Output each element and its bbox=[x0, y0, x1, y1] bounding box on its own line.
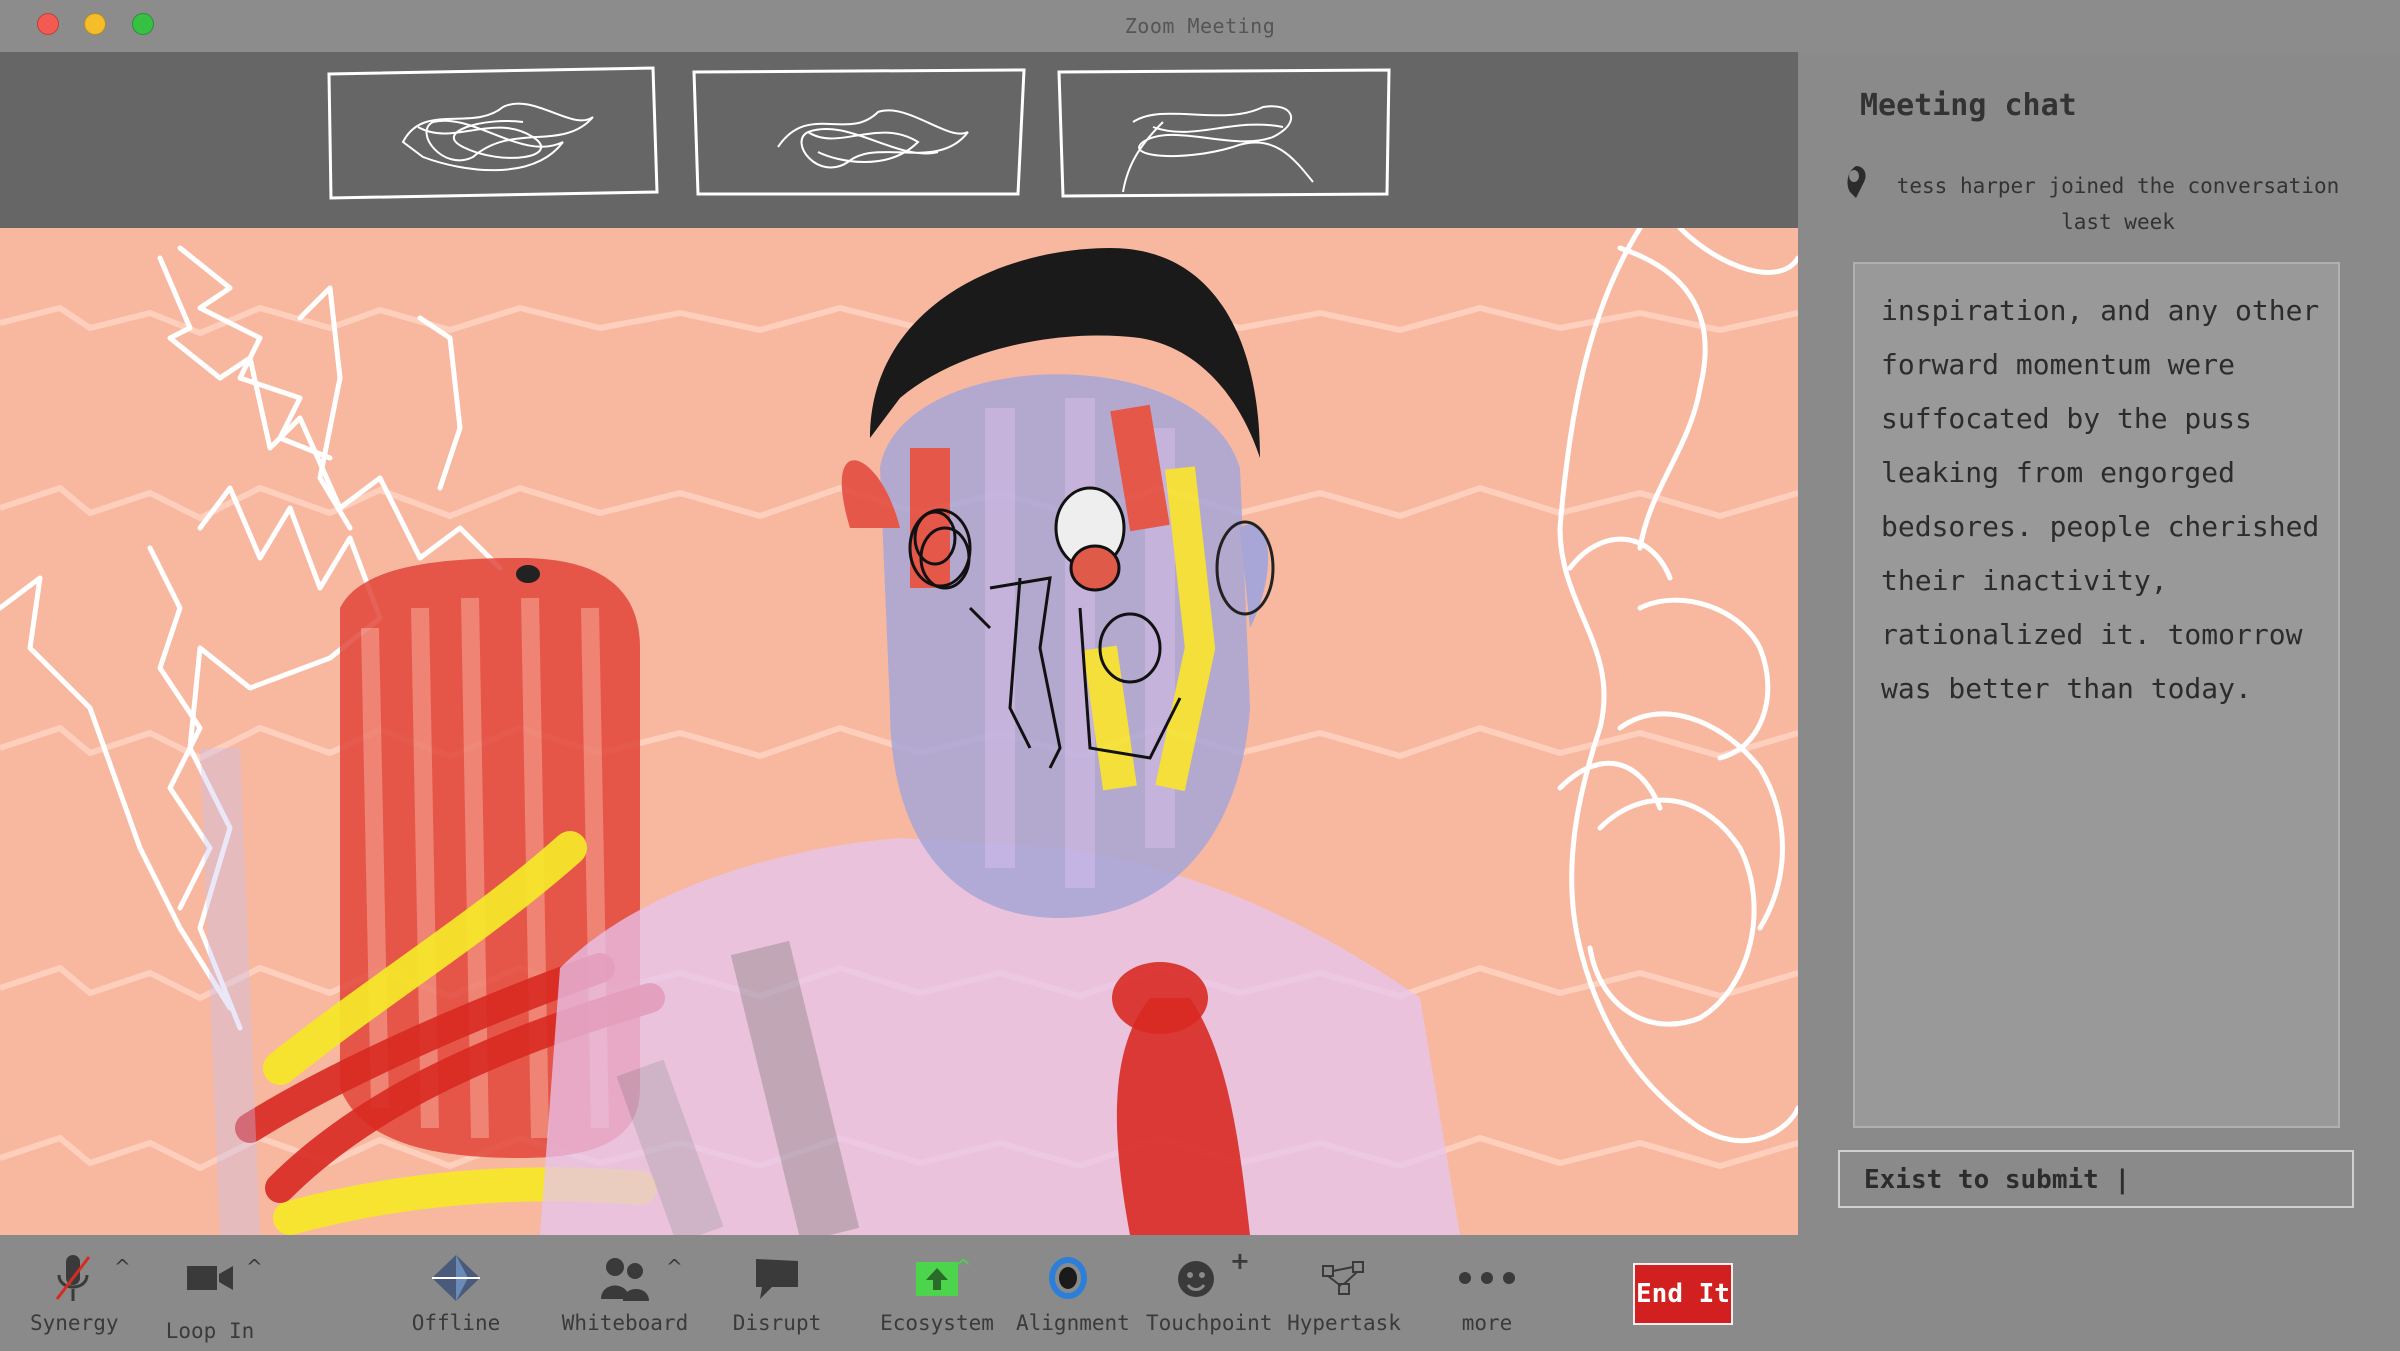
chat-message-text: inspiration, and any other forward momen… bbox=[1881, 294, 2320, 705]
hypertask-button[interactable]: Hypertask bbox=[1282, 1249, 1406, 1335]
disrupt-label: Disrupt bbox=[732, 1311, 822, 1335]
disrupt-button[interactable]: Disrupt bbox=[730, 1249, 824, 1335]
synergy-label: Synergy bbox=[30, 1311, 119, 1335]
task-flow-icon bbox=[1322, 1261, 1364, 1295]
join-notice: tess harper joined the conversation last… bbox=[1896, 174, 2340, 234]
ecosystem-options-caret[interactable]: ^ bbox=[955, 1255, 972, 1279]
meeting-toolbar: Synergy ^ Loop In ^ Offline Whiteboard ^… bbox=[0, 1235, 1798, 1351]
diamond-icon bbox=[432, 1255, 480, 1301]
chat-input[interactable] bbox=[1864, 1162, 2324, 1198]
more-button[interactable]: more bbox=[1440, 1249, 1534, 1335]
participant-thumbnail-3[interactable] bbox=[1053, 62, 1393, 202]
more-label: more bbox=[1461, 1311, 1513, 1335]
alignment-button[interactable]: Alignment bbox=[1016, 1249, 1130, 1335]
window-title: Zoom Meeting bbox=[1124, 14, 1276, 38]
loop-in-button[interactable]: Loop In bbox=[160, 1249, 260, 1343]
synergy-options-caret[interactable]: ^ bbox=[114, 1255, 131, 1279]
loop-in-options-caret[interactable]: ^ bbox=[246, 1255, 263, 1279]
blue-ring-icon bbox=[1049, 1257, 1087, 1299]
touchpoint-label: Touchpoint bbox=[1146, 1311, 1273, 1335]
chat-input-box bbox=[1838, 1150, 2354, 1208]
hypertask-label: Hypertask bbox=[1287, 1311, 1401, 1335]
synergy-button[interactable]: Synergy bbox=[30, 1249, 119, 1335]
smiley-plus-icon bbox=[1178, 1261, 1214, 1297]
video-camera-icon bbox=[187, 1266, 233, 1290]
people-icon bbox=[601, 1258, 649, 1301]
offline-label: Offline bbox=[411, 1311, 501, 1335]
meeting-chat-panel: Meeting chat tess harper joined the conv… bbox=[1798, 52, 2400, 1351]
loop-in-label: Loop In bbox=[165, 1319, 255, 1343]
offline-button[interactable]: Offline bbox=[410, 1249, 502, 1335]
touchpoint-plus: + bbox=[1229, 1247, 1250, 1275]
whiteboard-label: Whiteboard bbox=[561, 1311, 689, 1335]
title-bar: Zoom Meeting bbox=[0, 0, 2400, 52]
end-meeting-button[interactable]: End It bbox=[1633, 1263, 1733, 1325]
speech-bubble-icon bbox=[756, 1259, 798, 1299]
chat-message-box: inspiration, and any other forward momen… bbox=[1853, 262, 2340, 1128]
participant-thumbnail-2[interactable] bbox=[688, 62, 1028, 202]
ecosystem-button[interactable]: Ecosystem bbox=[878, 1249, 996, 1335]
chat-title: Meeting chat bbox=[1860, 88, 2077, 123]
user-joined-icon bbox=[1847, 166, 1866, 198]
alignment-label: Alignment bbox=[1016, 1311, 1130, 1335]
microphone-muted-icon bbox=[55, 1255, 91, 1301]
touchpoint-button[interactable]: + Touchpoint bbox=[1146, 1247, 1273, 1335]
video-painting bbox=[0, 228, 1798, 1235]
ecosystem-label: Ecosystem bbox=[880, 1311, 994, 1335]
participant-thumbnail-strip bbox=[0, 52, 1798, 228]
main-video-feed[interactable] bbox=[0, 228, 1798, 1235]
ellipsis-icon bbox=[1459, 1272, 1515, 1284]
participant-thumbnail-1[interactable] bbox=[323, 62, 663, 202]
whiteboard-options-caret[interactable]: ^ bbox=[666, 1255, 683, 1279]
